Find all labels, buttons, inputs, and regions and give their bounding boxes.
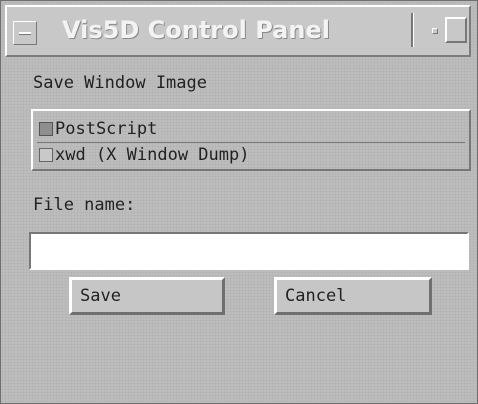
window-title: Vis5D Control Panel	[62, 16, 330, 44]
format-option-postscript[interactable]: PostScript	[39, 117, 459, 141]
minimize-button[interactable]	[425, 21, 443, 39]
postscript-label: PostScript	[55, 119, 158, 139]
save-window-image-heading: Save Window Image	[33, 73, 207, 93]
format-options-group: PostScript xwd (X Window Dump)	[31, 109, 471, 171]
file-name-input[interactable]	[29, 232, 469, 270]
save-button[interactable]: Save	[69, 277, 225, 315]
format-option-xwd[interactable]: xwd (X Window Dump)	[39, 143, 459, 167]
maximize-button[interactable]	[445, 17, 467, 43]
window-menu-button[interactable]	[13, 21, 37, 45]
postscript-checkbox[interactable]	[39, 122, 53, 136]
cancel-button[interactable]: Cancel	[274, 277, 432, 315]
file-name-label: File name:	[33, 195, 136, 215]
xwd-label: xwd (X Window Dump)	[55, 145, 250, 165]
vis5d-control-panel-window: Vis5D Control Panel Save Window Image Po…	[0, 0, 478, 404]
title-separator	[411, 13, 413, 47]
title-bar[interactable]: Vis5D Control Panel	[5, 5, 471, 57]
xwd-checkbox[interactable]	[39, 148, 53, 162]
